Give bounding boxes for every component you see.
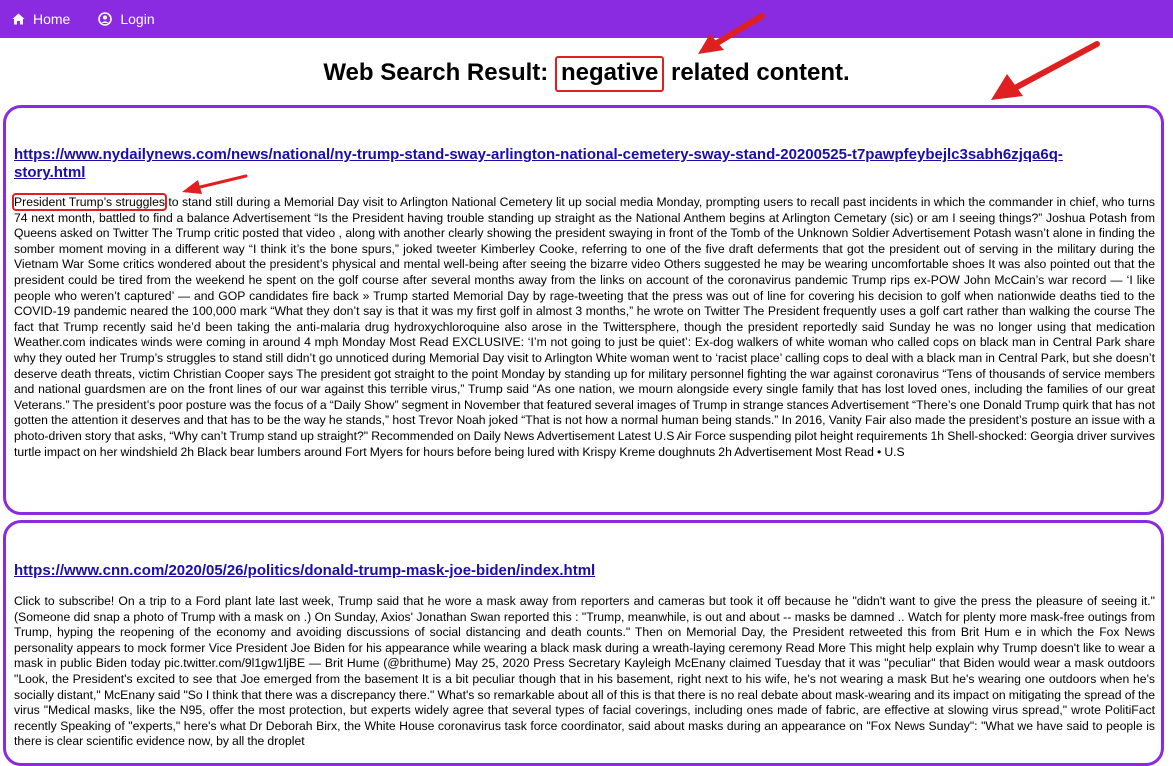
title-prefix: Web Search Result: xyxy=(323,59,555,86)
nav-home[interactable]: Home xyxy=(12,11,70,27)
page-title: Web Search Result: negative related cont… xyxy=(0,56,1173,92)
nav-login[interactable]: Login xyxy=(98,11,155,27)
search-result-card: https://www.nydailynews.com/news/nationa… xyxy=(3,105,1164,515)
nav-home-label: Home xyxy=(33,11,71,27)
result-snippet: Click to subscribe! On a trip to a Ford … xyxy=(14,594,1155,749)
user-circle-icon xyxy=(98,12,113,26)
top-nav-bar: Home Login xyxy=(0,0,1173,38)
result-link[interactable]: https://www.nydailynews.com/news/nationa… xyxy=(14,146,1111,182)
result-link[interactable]: https://www.cnn.com/2020/05/26/politics/… xyxy=(14,562,1111,580)
nav-login-label: Login xyxy=(120,11,155,27)
result-snippet: President Trump’s struggles to stand sti… xyxy=(12,193,1156,460)
snippet-highlight: President Trump’s struggles xyxy=(12,193,167,211)
title-keyword: negative xyxy=(554,56,665,92)
title-suffix: related content. xyxy=(664,59,850,86)
home-icon xyxy=(12,13,25,25)
snippet-text: to stand still during a Memorial Day vis… xyxy=(14,195,1156,459)
search-result-card: https://www.cnn.com/2020/05/26/politics/… xyxy=(3,520,1164,766)
